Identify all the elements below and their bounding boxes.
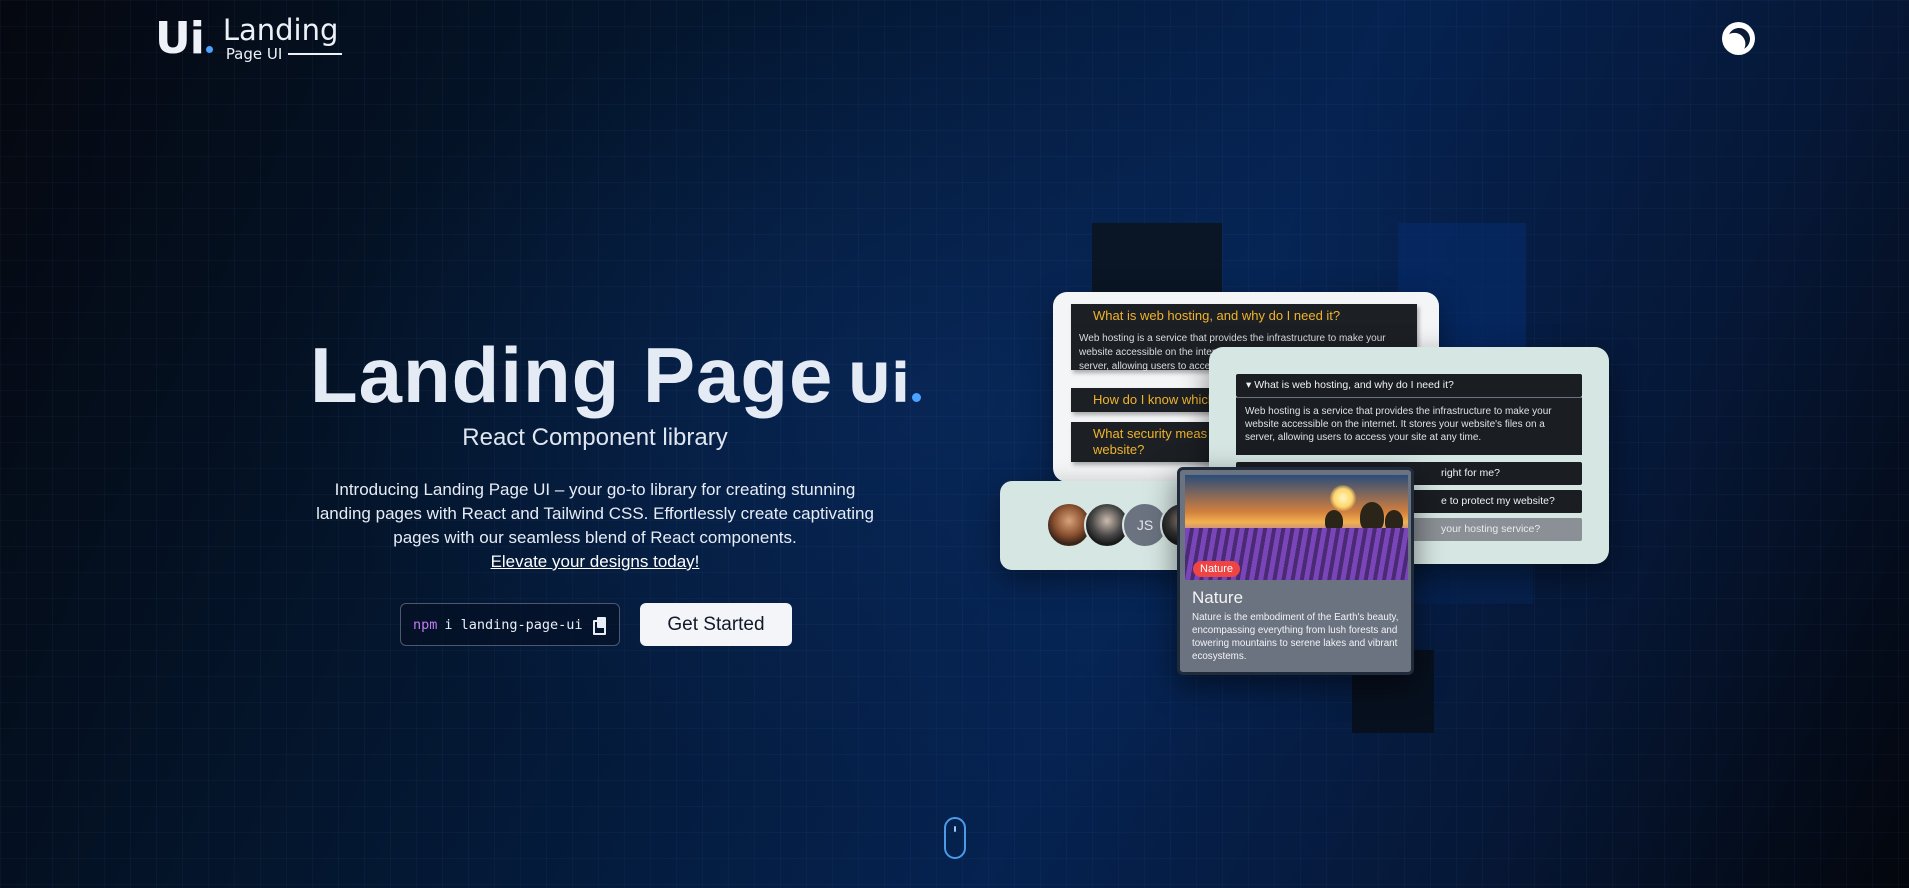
copy-icon[interactable] [592,617,606,635]
scroll-down-indicator[interactable] [944,817,966,859]
hero-subtitle: React Component library [462,424,728,451]
logo-title: Landing [222,13,339,47]
logo-subtitle: Page UI [226,46,343,62]
elevate-designs-link[interactable]: Elevate your designs today! [491,552,700,571]
hero-title-text: Landing Page [310,331,834,419]
nature-card-preview: Nature Nature Nature is the embodiment o… [1177,467,1414,675]
avatar-group-preview: JS [1000,481,1206,570]
background-grid [0,0,1909,888]
logo-underline [288,53,343,55]
logo-text: Landing Page UI [222,13,343,62]
get-started-button[interactable]: Get Started [640,603,792,646]
faq-question-expanded: ▾ What is web hosting, and why do I need… [1236,374,1582,397]
nature-card-text: Nature is the embodiment of the Earth's … [1192,612,1399,662]
faq-answer: Web hosting is a service that provides t… [1236,397,1582,455]
hero-description-text: Introducing Landing Page UI – your go-to… [316,480,874,547]
nature-tag: Nature [1193,561,1241,577]
site-logo[interactable]: Ui Landing Page UI [155,13,343,64]
npm-keyword: npm [413,616,438,633]
moon-icon [1724,24,1752,52]
logo-mark: Ui [155,14,213,64]
decor-block [1398,560,1533,604]
hero-title: Landing Page Ui [310,330,921,421]
npm-install-command: npm i landing-page-ui [400,603,620,646]
hero-description: Introducing Landing Page UI – your go-to… [305,478,885,574]
nature-card-title: Nature [1192,588,1244,607]
theme-toggle-button[interactable] [1722,22,1755,55]
hero-title-mark: Ui [847,352,921,415]
lavender-field-image: Nature [1185,475,1408,580]
faq-question: What is web hosting, and why do I need i… [1071,304,1417,328]
decor-block [1092,223,1222,293]
sun-shape [1330,485,1356,511]
logo-dot [205,46,213,53]
hero-title-dot [911,393,921,402]
npm-command-text: i landing-page-ui [444,616,583,633]
